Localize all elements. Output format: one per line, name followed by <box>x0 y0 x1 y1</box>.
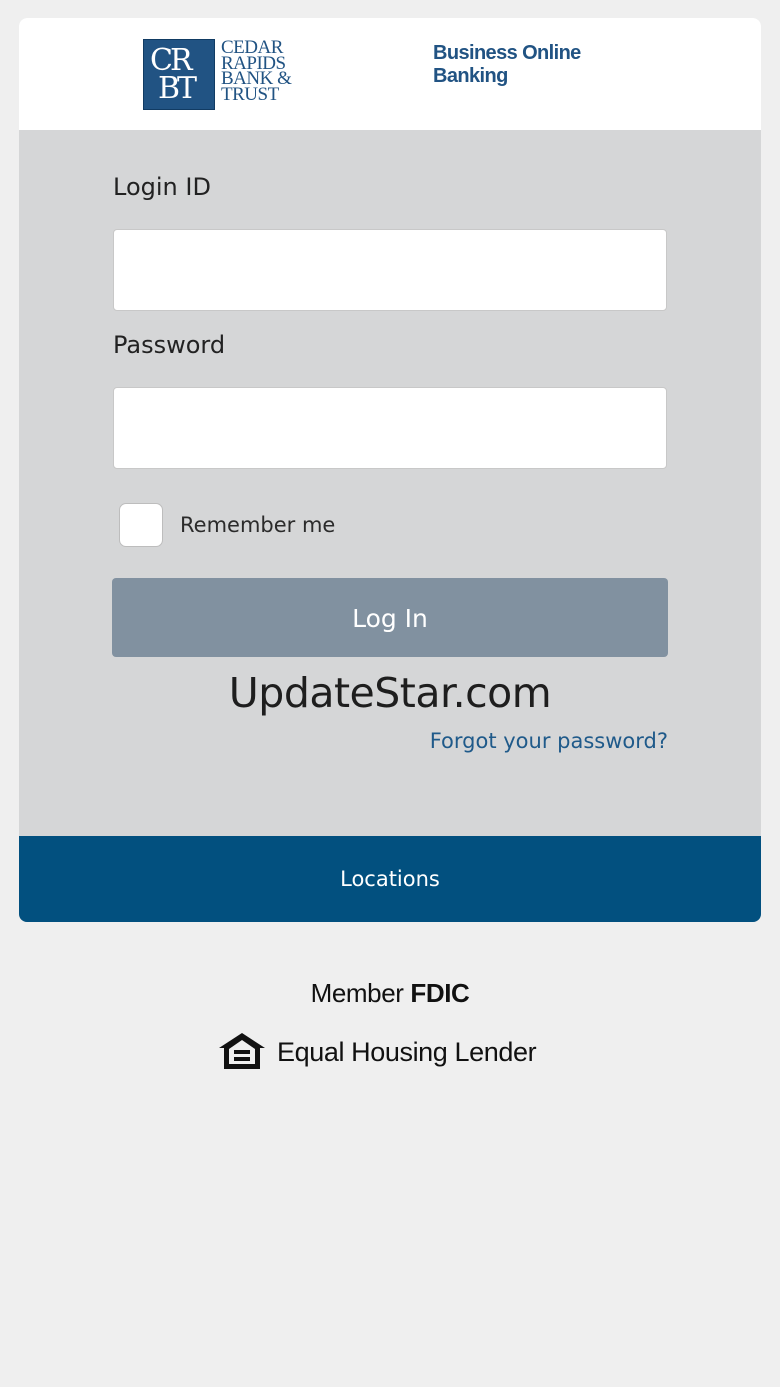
member-label: Member <box>310 978 404 1008</box>
login-id-input[interactable] <box>113 229 667 311</box>
bank-logo[interactable]: CR BT CEDAR RAPIDS BANK & TRUST <box>143 38 318 111</box>
logo-monogram: CR BT <box>143 39 215 110</box>
watermark-text: UpdateStar.com <box>228 669 552 717</box>
equal-housing-icon <box>219 1033 265 1069</box>
remember-me-checkbox[interactable] <box>119 503 163 547</box>
logo-line: TRUST <box>221 83 279 105</box>
forgot-password-link[interactable]: Forgot your password? <box>430 729 668 753</box>
logo-monogram-bottom: BT <box>158 71 197 106</box>
login-button[interactable]: Log In <box>112 578 668 657</box>
password-label: Password <box>113 331 226 359</box>
login-card: CR BT CEDAR RAPIDS BANK & TRUST Business… <box>19 18 761 922</box>
remember-me-row[interactable]: Remember me <box>119 503 379 549</box>
fdic-label: FDIC <box>410 978 470 1008</box>
equal-housing-label: Equal Housing Lender <box>277 1037 537 1067</box>
equal-housing-lender: Equal Housing Lender <box>217 1031 577 1075</box>
password-input[interactable] <box>113 387 667 469</box>
locations-button[interactable]: Locations <box>19 836 761 922</box>
product-title: Business Online Banking <box>433 42 581 87</box>
card-header: CR BT CEDAR RAPIDS BANK & TRUST Business… <box>19 18 761 130</box>
logo-wordmark: CEDAR RAPIDS BANK & TRUST <box>221 38 331 105</box>
login-id-label: Login ID <box>113 173 211 201</box>
remember-me-label[interactable]: Remember me <box>180 513 335 537</box>
member-fdic: Member FDIC <box>0 978 780 1009</box>
